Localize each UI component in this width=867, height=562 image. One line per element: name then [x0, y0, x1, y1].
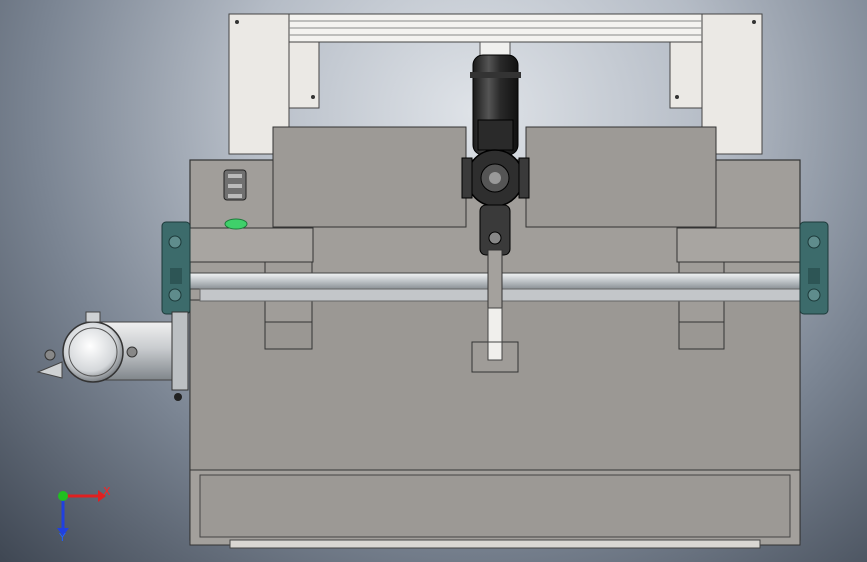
- pipe-inlet: [36, 311, 189, 401]
- pneumatic-fitting: [223, 169, 247, 201]
- cad-viewport[interactable]: X Y: [0, 0, 867, 562]
- z-axis-dot: [58, 491, 68, 501]
- green-indicator-light: [224, 218, 248, 230]
- axis-triad: X Y: [57, 485, 111, 544]
- left-bearing: [161, 221, 191, 315]
- x-axis-label: X: [103, 485, 111, 498]
- right-bearing: [799, 221, 829, 315]
- y-axis-label: Y: [58, 531, 66, 544]
- assembly-drawing: X Y: [36, 13, 829, 549]
